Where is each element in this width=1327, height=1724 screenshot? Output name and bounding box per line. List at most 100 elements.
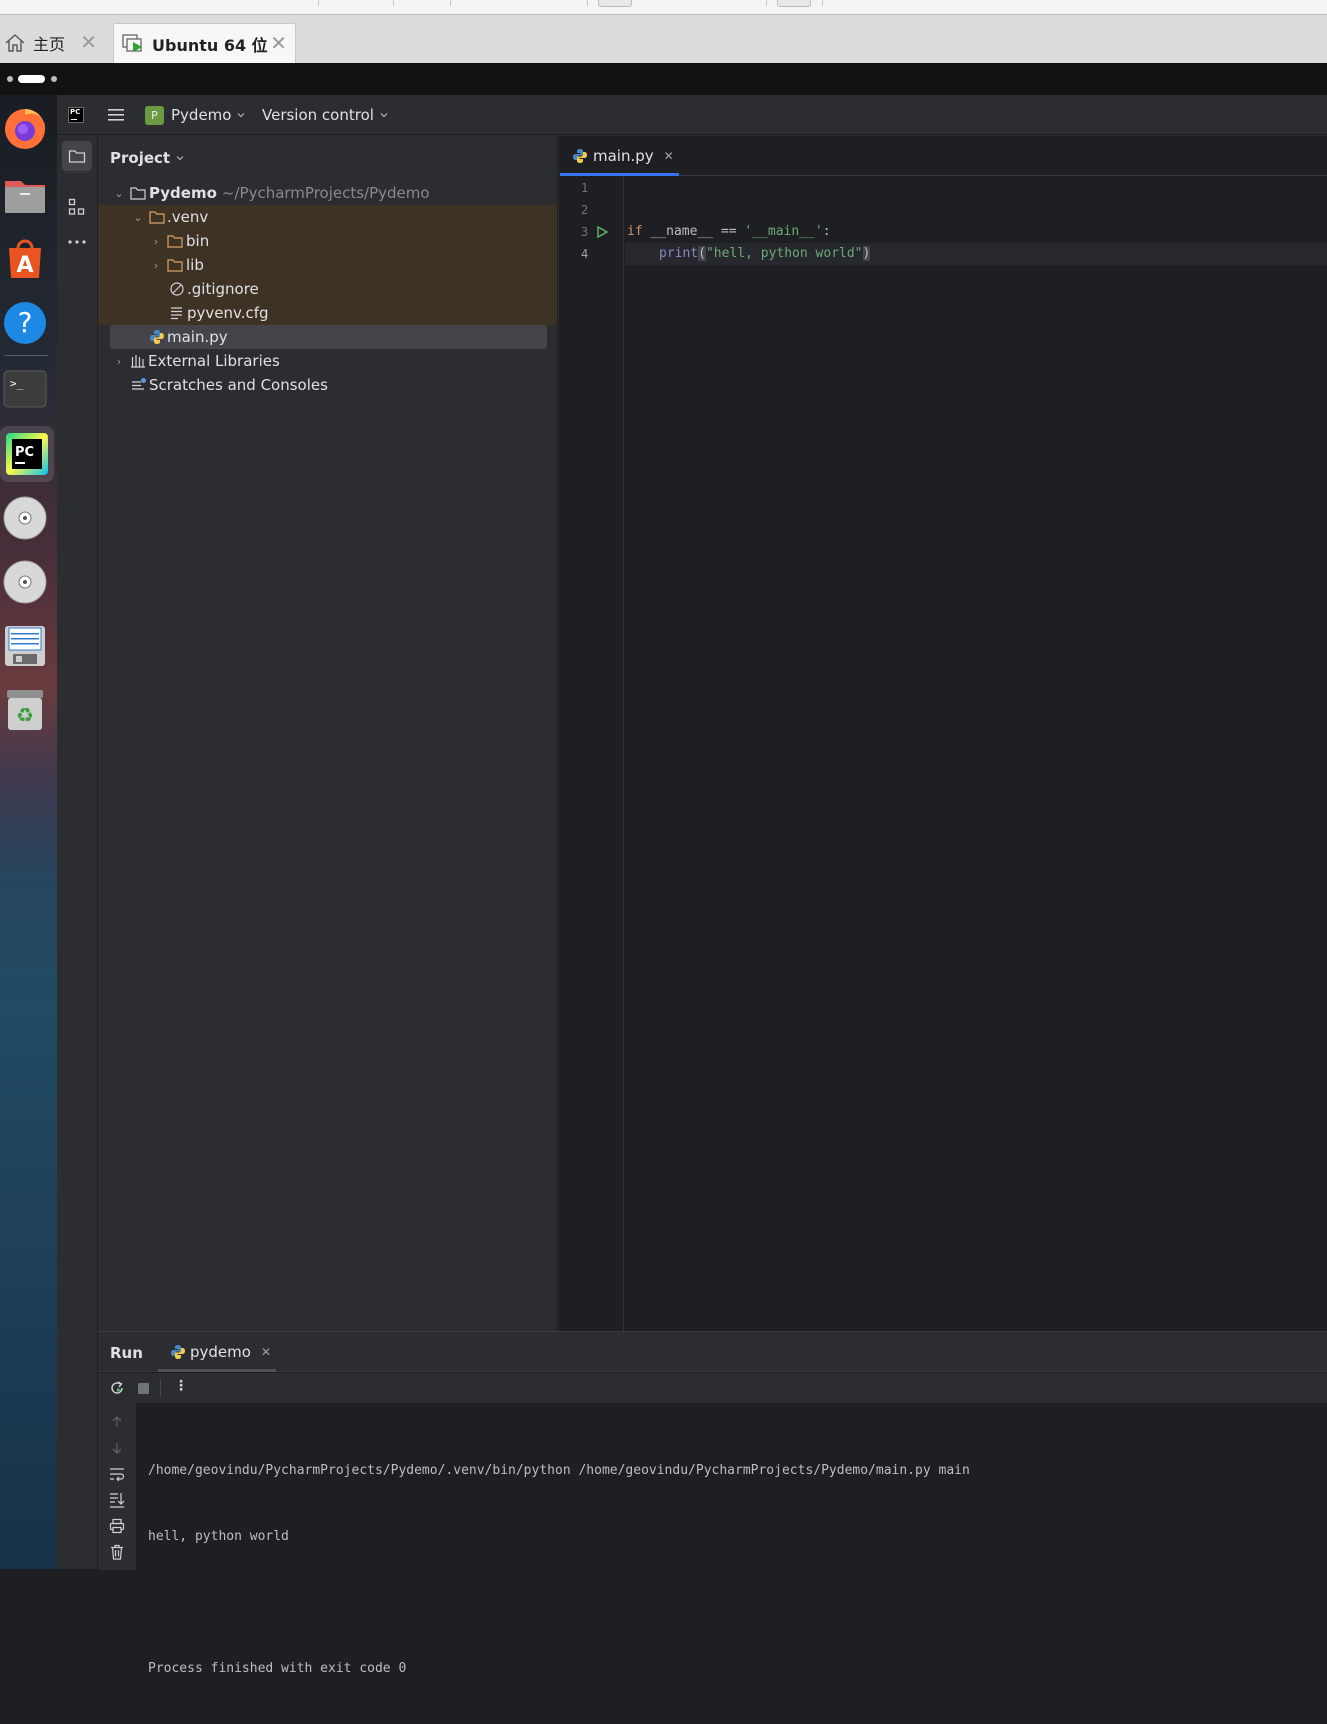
structure-icon[interactable]: [68, 198, 86, 216]
editor-tab-main-py[interactable]: main.py ✕: [560, 136, 680, 176]
tab-home-label: 主页: [33, 35, 66, 54]
workspace-dot[interactable]: [51, 76, 57, 82]
close-icon[interactable]: ✕: [261, 1345, 271, 1359]
stop-icon[interactable]: [138, 1383, 149, 1394]
chevron-right-icon[interactable]: ›: [110, 355, 128, 368]
python-file-icon: [150, 330, 164, 344]
tree-item-lib[interactable]: › lib: [98, 253, 558, 277]
pycharm-logo[interactable]: PC: [68, 107, 84, 123]
more-icon[interactable]: [67, 239, 87, 245]
tree-item-label: Scratches and Consoles: [149, 376, 328, 394]
tree-item-label: pyvenv.cfg: [187, 304, 269, 322]
python-file-icon: [171, 1345, 185, 1359]
tree-item-external-libraries[interactable]: › External Libraries: [98, 349, 558, 373]
folder-icon: [167, 235, 183, 248]
tree-item-pyvenv-cfg[interactable]: pyvenv.cfg: [98, 301, 558, 325]
project-badge: P: [145, 105, 164, 125]
files-icon[interactable]: [3, 173, 47, 217]
identifier-token: __name__ ==: [642, 224, 745, 239]
chevron-down-icon[interactable]: ⌄: [110, 187, 128, 200]
firefox-icon[interactable]: [3, 107, 47, 151]
tab-ubuntu[interactable]: Ubuntu 64 位 ✕: [113, 23, 296, 63]
separator: [766, 0, 767, 6]
tree-item-venv[interactable]: ⌄ .venv: [98, 205, 558, 229]
string-token: "hell, python world": [705, 246, 863, 261]
active-tab-indicator: [158, 1369, 276, 1372]
version-control-label: Version control: [262, 106, 374, 124]
soft-wrap-icon[interactable]: [109, 1467, 125, 1481]
line-number: 1: [581, 181, 589, 195]
python-file-icon: [573, 149, 587, 163]
tree-item-label: External Libraries: [148, 352, 280, 370]
separator: [318, 0, 319, 6]
arrow-down-icon[interactable]: [110, 1441, 124, 1455]
scroll-to-end-icon[interactable]: [109, 1492, 125, 1508]
tree-item-main-py[interactable]: main.py: [98, 325, 558, 349]
folder-icon: [167, 259, 183, 272]
tab-ubuntu-label: Ubuntu 64 位: [152, 35, 268, 55]
help-icon[interactable]: ?: [3, 301, 47, 345]
project-tool-button[interactable]: [62, 141, 92, 171]
trash-icon[interactable]: ♻: [3, 688, 47, 732]
rerun-icon[interactable]: [109, 1380, 125, 1396]
toolbar-button[interactable]: [598, 0, 632, 7]
ubuntu-dock: A ? >_ PC ♻: [0, 95, 57, 1569]
run-panel-header: Run pydemo ✕: [98, 1332, 1327, 1372]
project-switcher[interactable]: P Pydemo: [145, 105, 247, 125]
print-icon[interactable]: [109, 1518, 125, 1534]
pycharm-icon[interactable]: PC: [0, 426, 54, 482]
tree-item-label: .venv: [167, 208, 209, 226]
separator: [587, 0, 588, 6]
chevron-down-icon: [380, 113, 388, 118]
pycharm-logo-text: PC: [70, 108, 81, 116]
trash-icon[interactable]: [109, 1544, 125, 1560]
chevron-right-icon[interactable]: ›: [147, 235, 165, 248]
dock-separator: [4, 355, 48, 356]
code-line-3[interactable]: if __name__ == '__main__':: [627, 224, 831, 239]
run-side-toolbar: [98, 1403, 136, 1570]
builtin-token: print: [659, 246, 699, 261]
vm-menu-strip: [0, 0, 1327, 15]
disc-icon[interactable]: [3, 560, 47, 604]
close-icon[interactable]: ✕: [80, 32, 97, 52]
tree-item-pydemo[interactable]: ⌄ Pydemo ~/PycharmProjects/Pydemo: [98, 181, 558, 205]
tree-item-label: lib: [186, 256, 204, 274]
line-number: 2: [581, 203, 589, 217]
console-output[interactable]: /home/geovindu/PycharmProjects/Pydemo/.v…: [148, 1416, 1318, 1724]
run-tab-pydemo[interactable]: pydemo ✕: [158, 1332, 276, 1372]
console-line: /home/geovindu/PycharmProjects/Pydemo/.v…: [148, 1463, 970, 1478]
editor-tab-bar: main.py ✕: [559, 136, 1327, 176]
main-menu-icon[interactable]: [107, 107, 125, 123]
folder-icon: [68, 150, 86, 163]
arrow-up-icon[interactable]: [110, 1415, 124, 1429]
version-control-menu[interactable]: Version control: [262, 105, 390, 125]
tree-item-label: main.py: [167, 328, 228, 346]
tree-item-bin[interactable]: › bin: [98, 229, 558, 253]
run-gutter-icon[interactable]: [595, 225, 609, 239]
floppy-icon[interactable]: [3, 624, 47, 668]
panel-title: Project: [110, 149, 171, 167]
more-vertical-icon[interactable]: ⋮: [174, 1378, 188, 1394]
close-icon[interactable]: ✕: [270, 33, 287, 53]
workspace-active-indicator[interactable]: [18, 75, 45, 83]
separator: [393, 0, 394, 6]
library-icon: [131, 355, 145, 368]
tab-home[interactable]: 主页 ✕: [0, 23, 105, 63]
close-icon[interactable]: ✕: [664, 149, 674, 163]
run-panel: Run pydemo ✕ ⋮ /home/geovindu/PycharmPro…: [98, 1331, 1327, 1676]
console-line: hell, python world: [148, 1529, 289, 1544]
tree-item-path: ~/PycharmProjects/Pydemo: [221, 184, 430, 202]
tree-item-gitignore[interactable]: .gitignore: [98, 277, 558, 301]
disc-icon[interactable]: [3, 496, 47, 540]
chevron-right-icon[interactable]: ›: [147, 259, 165, 272]
chevron-down-icon: [176, 156, 184, 161]
toolbar-button[interactable]: [777, 0, 811, 7]
tree-item-scratches[interactable]: Scratches and Consoles: [98, 373, 558, 397]
workspace-dot[interactable]: [7, 76, 13, 82]
terminal-icon[interactable]: >_: [3, 367, 47, 411]
chevron-down-icon[interactable]: ⌄: [129, 211, 147, 224]
code-line-4[interactable]: print("hell, python world"): [659, 246, 871, 261]
folder-icon: [130, 187, 146, 200]
app-center-icon[interactable]: A: [3, 236, 47, 280]
project-panel-header[interactable]: Project: [110, 148, 186, 168]
